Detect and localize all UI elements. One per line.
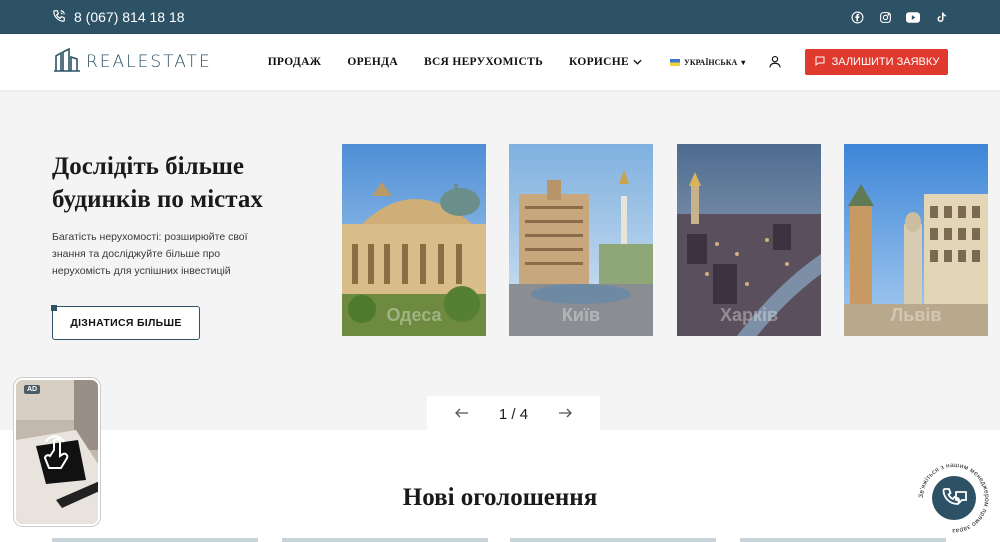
carousel-pager: 1 / 4 (427, 396, 600, 432)
social-links (850, 10, 948, 24)
hero-description: Багатість нерухомості: розширюйте свої з… (52, 231, 248, 277)
tiktok-icon[interactable] (934, 10, 948, 24)
city-card-lviv[interactable]: Львів (844, 144, 988, 336)
nav-item-useful[interactable]: КОРИСНЕ (569, 56, 642, 68)
listing-card-preview[interactable] (52, 538, 258, 542)
youtube-icon[interactable] (906, 10, 920, 24)
learn-more-button[interactable]: ДІЗНАТИСЯ БІЛЬШЕ (51, 305, 200, 340)
logo-text: REALESTATE (86, 52, 212, 72)
phone-link[interactable]: 8 (067) 814 18 18 (52, 9, 185, 26)
logo-buildings-icon (54, 47, 80, 77)
nav-item-sale[interactable]: ПРОДАЖ (268, 56, 322, 68)
listing-card-preview[interactable] (282, 538, 488, 542)
main-header: REALESTATE ПРОДАЖ ОРЕНДА ВСЯ НЕРУХОМІСТЬ… (0, 34, 1000, 90)
listings-title: Нові оголошення (402, 484, 598, 511)
top-bar: 8 (067) 814 18 18 (0, 0, 1000, 34)
nav-item-rent[interactable]: ОРЕНДА (347, 56, 398, 68)
leave-request-button[interactable]: ЗАЛИШИТИ ЗАЯВКУ (805, 49, 948, 75)
ad-video-popup[interactable]: AD (14, 378, 100, 526)
user-account-icon[interactable] (768, 54, 782, 74)
listing-card-preview[interactable] (510, 538, 716, 542)
city-card-label: Харків (719, 305, 779, 325)
pager-counter: 1 / 4 (498, 405, 529, 423)
facebook-icon[interactable] (850, 10, 864, 24)
city-card-kyiv[interactable]: Київ (509, 144, 653, 336)
main-nav: ПРОДАЖ ОРЕНДА ВСЯ НЕРУХОМІСТЬ КОРИСНЕ УК… (268, 56, 746, 68)
ad-badge: AD (24, 385, 41, 394)
language-selector[interactable]: УКРАЇНСЬКА ▾ (670, 58, 745, 67)
logo[interactable]: REALESTATE (54, 47, 212, 77)
city-card-kharkiv[interactable]: Харків (677, 144, 821, 336)
phone-number: 8 (067) 814 18 18 (74, 9, 185, 25)
phone-icon (52, 9, 66, 26)
caret-down-icon: ▾ (741, 57, 746, 67)
listing-card-preview[interactable] (740, 538, 946, 542)
instagram-icon[interactable] (878, 10, 892, 24)
chevron-down-icon (633, 56, 642, 68)
contact-manager-widget[interactable]: Зв'яжіться з нашим менеджером прямо зара… (918, 462, 990, 534)
city-card-label: Одеса (386, 305, 442, 325)
hero-title: Дослідіть більше будинків по містах (52, 153, 263, 213)
ukraine-flag-icon (670, 58, 680, 66)
nav-item-all-property[interactable]: ВСЯ НЕРУХОМІСТЬ (424, 56, 543, 68)
city-card-label: Львів (890, 305, 942, 325)
city-card-odesa[interactable]: Одеса (342, 144, 486, 336)
chat-bubble-icon (814, 55, 826, 70)
arrow-right-icon[interactable] (558, 405, 572, 423)
city-card-label: Київ (561, 305, 601, 325)
arrow-left-icon[interactable] (455, 405, 469, 423)
